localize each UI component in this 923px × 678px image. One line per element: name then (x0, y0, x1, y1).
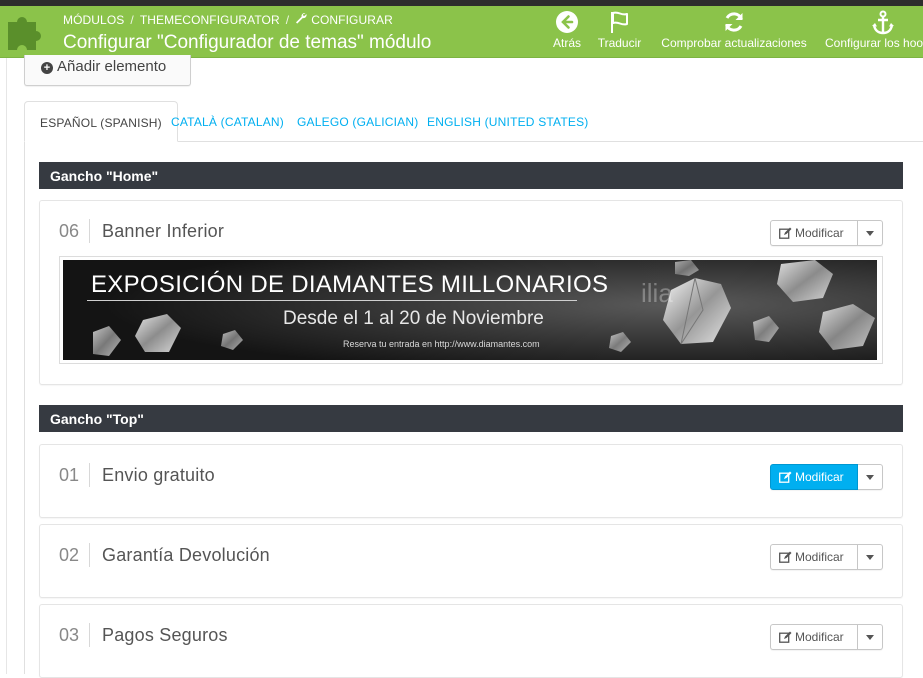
check-updates-label: Comprobar actualizaciones (661, 36, 807, 50)
configure-hooks-label: Configurar los hooks (825, 36, 923, 50)
banner-image-frame: ilia EXPOSICIÓN DE DIAMANTES MILLONARIOS… (59, 256, 883, 364)
breadcrumb: MÓDULOS / THEMECONFIGURATOR / CONFIGURAR (63, 12, 393, 27)
hook-home-header: Gancho "Home" (39, 162, 903, 189)
page-header: MÓDULOS / THEMECONFIGURATOR / CONFIGURAR Con… (0, 0, 923, 58)
item-number: 03 (59, 625, 80, 645)
add-element-label: Añadir elemento (57, 58, 167, 75)
item-number: 01 (59, 465, 80, 485)
flag-icon (596, 10, 643, 34)
back-label: Atrás (552, 36, 581, 50)
banner-url: Reserva tu entrada en http://www.diamant… (343, 339, 540, 349)
list-item: 06 Banner Inferior Modificar ilia EXPOSI… (39, 200, 903, 385)
page-title: Configurar "Configurador de temas" módul… (63, 32, 432, 53)
dropdown-toggle[interactable] (858, 544, 883, 570)
modify-label: Modificar (795, 550, 844, 564)
add-element-button[interactable]: + Añadir elemento (24, 55, 191, 86)
modify-button[interactable]: Modificar (770, 464, 858, 490)
list-item: 02 Garantía Devolución Modificar (39, 524, 903, 598)
edit-icon (779, 227, 792, 242)
divider (89, 623, 90, 647)
check-updates-button[interactable]: Comprobar actualizaciones (657, 10, 811, 56)
dropdown-toggle[interactable] (858, 624, 883, 650)
divider (89, 543, 90, 567)
breadcrumb-separator: / (285, 12, 290, 27)
breadcrumb-configure: CONFIGURAR (311, 12, 393, 27)
back-button[interactable]: Atrás (551, 10, 583, 56)
item-title: Banner Inferior (102, 221, 225, 241)
item-actions: Modificar (770, 544, 883, 570)
breadcrumb-modules[interactable]: MÓDULOS (63, 13, 124, 27)
item-actions: Modificar (770, 624, 883, 650)
divider (89, 219, 90, 243)
tab-spanish[interactable]: ESPAÑOL (SPANISH) (24, 101, 178, 142)
configure-hooks-button[interactable]: Configurar los hooks (825, 10, 923, 56)
refresh-icon (657, 10, 811, 34)
puzzle-icon (0, 6, 52, 57)
tab-english[interactable]: ENGLISH (UNITED STATES) (427, 101, 589, 142)
item-actions: Modificar (770, 464, 883, 490)
dropdown-toggle[interactable] (858, 220, 883, 246)
wrench-icon (295, 12, 307, 27)
modify-label: Modificar (795, 470, 844, 484)
edit-icon (779, 551, 792, 566)
modify-button[interactable]: Modificar (770, 544, 858, 570)
banner-watermark: ilia (641, 278, 673, 308)
item-number: 06 (59, 221, 80, 241)
list-item: 01 Envio gratuito Modificar (39, 444, 903, 518)
breadcrumb-separator: / (130, 12, 134, 27)
item-title: Pagos Seguros (102, 625, 228, 645)
tab-galician[interactable]: GALEGO (GALICIAN) (297, 101, 418, 142)
banner-dates: Desde el 1 al 20 de Noviembre (283, 308, 544, 329)
banner-headline: EXPOSICIÓN DE DIAMANTES MILLONARIOS (91, 271, 609, 298)
modify-button[interactable]: Modificar (770, 220, 858, 246)
item-actions: Modificar (770, 220, 883, 246)
anchor-icon (825, 10, 923, 36)
list-item: 03 Pagos Seguros Modificar (39, 604, 903, 678)
item-number: 02 (59, 545, 80, 565)
hook-top-header: Gancho "Top" (39, 405, 903, 432)
translate-label: Traducir (597, 36, 642, 50)
item-title: Garantía Devolución (102, 545, 270, 565)
modify-label: Modificar (795, 630, 844, 644)
translate-button[interactable]: Traducir (596, 10, 643, 56)
tab-catalan[interactable]: CATALÀ (CATALAN) (171, 101, 284, 142)
dropdown-toggle[interactable] (858, 464, 883, 490)
banner-rule (87, 300, 577, 301)
plus-circle-icon: + (41, 62, 53, 74)
modify-button[interactable]: Modificar (770, 624, 858, 650)
divider (89, 463, 90, 487)
edit-icon (779, 631, 792, 646)
banner-image: ilia EXPOSICIÓN DE DIAMANTES MILLONARIOS… (63, 260, 877, 360)
modify-label: Modificar (795, 226, 844, 240)
item-title: Envio gratuito (102, 465, 215, 485)
breadcrumb-themeconfigurator[interactable]: THEMECONFIGURATOR (140, 13, 280, 27)
edit-icon (779, 471, 792, 486)
arrow-left-circle-icon (551, 10, 583, 34)
